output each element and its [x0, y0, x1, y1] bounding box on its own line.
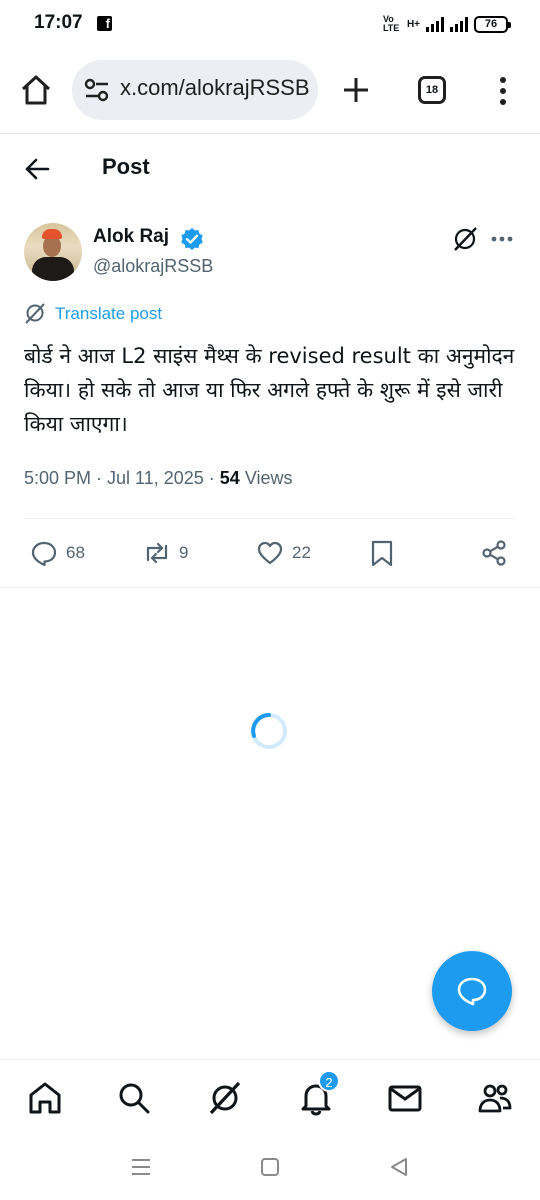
like-count: 22 [292, 543, 311, 562]
tune-icon[interactable] [84, 78, 110, 102]
network-type-icon: H+ [406, 18, 420, 30]
author-name[interactable]: Alok Raj [93, 226, 169, 248]
reply-count: 68 [66, 543, 85, 562]
bookmark-icon [371, 540, 393, 567]
volte-icon: Vo LTE [382, 14, 400, 33]
address-bar[interactable]: x.com/alokrajRSSB [72, 60, 318, 120]
status-time: 17:07 [34, 12, 83, 33]
views-label: Views [244, 468, 293, 488]
share-button[interactable] [480, 538, 508, 568]
facebook-notification-icon: f [97, 16, 112, 31]
overflow-menu-icon[interactable] [494, 76, 512, 106]
grok-icon[interactable] [452, 226, 478, 252]
translate-icon [25, 303, 45, 324]
post-timestamp[interactable]: 5:00 PM · Jul 11, 2025 · [24, 468, 220, 488]
avatar[interactable] [24, 223, 82, 281]
back-button-icon[interactable] [387, 1155, 411, 1179]
nav-grok[interactable] [207, 1080, 243, 1116]
like-button[interactable]: 22 [256, 538, 311, 568]
translate-post-link[interactable]: Translate post [55, 304, 162, 324]
signal-icon-2 [450, 16, 468, 32]
views-count: 54 [219, 468, 240, 488]
tabs-button[interactable]: 18 [418, 76, 446, 104]
system-icons: Vo LTE H+ 76 [382, 12, 511, 36]
notification-badge: 2 [318, 1070, 340, 1092]
share-icon [482, 540, 506, 566]
loading-spinner [251, 713, 287, 749]
author-handle[interactable]: @alokrajRSSB [93, 256, 213, 277]
plus-icon[interactable] [340, 74, 372, 106]
nav-home[interactable] [27, 1080, 63, 1116]
recent-apps-icon[interactable] [129, 1155, 153, 1179]
home-icon[interactable] [18, 72, 54, 108]
search-icon [119, 1083, 150, 1114]
status-bar: 17:07 f Vo LTE H+ 76 [0, 0, 540, 48]
url-text[interactable]: x.com/alokrajRSSB [120, 75, 310, 101]
android-nav-bar [0, 1137, 540, 1200]
divider [24, 518, 516, 519]
nav-messages[interactable] [387, 1080, 423, 1116]
chat-bubble-icon [457, 977, 487, 1006]
home-icon [29, 1082, 61, 1114]
bookmark-button[interactable] [368, 538, 396, 568]
like-icon [257, 541, 283, 565]
battery-icon: 76 [474, 15, 511, 33]
bottom-nav: 2 [0, 1059, 540, 1137]
reply-button[interactable]: 68 [30, 538, 85, 568]
reply-icon [31, 541, 57, 567]
back-arrow-icon[interactable] [24, 156, 50, 182]
signal-icon [426, 16, 444, 32]
post-text: बोर्ड ने आज L2 साइंस मैथ्स के revised re… [24, 344, 515, 436]
repost-count: 9 [179, 543, 189, 562]
divider [0, 587, 540, 588]
nav-communities[interactable] [477, 1080, 513, 1116]
page-header: Post [0, 134, 540, 204]
home-button-icon[interactable] [258, 1155, 282, 1179]
mail-icon [388, 1085, 422, 1112]
repost-button[interactable]: 9 [143, 538, 188, 568]
post-meta: 5:00 PM · Jul 11, 2025 · 54 Views [24, 468, 293, 489]
page-title: Post [102, 154, 150, 179]
compose-reply-fab[interactable] [432, 951, 512, 1031]
nav-notifications[interactable]: 2 [298, 1070, 340, 1116]
verified-badge-icon [181, 228, 203, 250]
grok-icon [209, 1081, 241, 1115]
browser-toolbar: x.com/alokrajRSSB 18 [0, 48, 540, 134]
communities-icon [478, 1084, 512, 1113]
repost-icon [146, 542, 168, 564]
nav-search[interactable] [116, 1080, 152, 1116]
more-icon[interactable] [490, 235, 514, 243]
